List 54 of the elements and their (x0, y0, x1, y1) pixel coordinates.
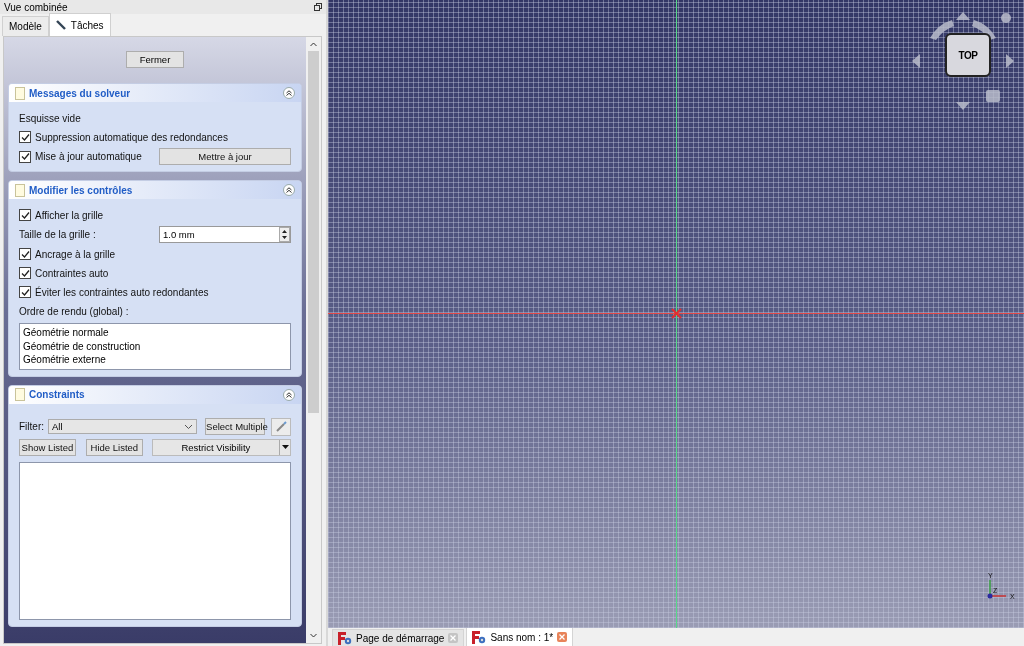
list-item[interactable]: Géométrie externe (23, 353, 287, 367)
origin-point-icon (671, 308, 682, 319)
select-multiple-button[interactable]: Select Multiple (205, 418, 266, 435)
brush-icon (275, 420, 288, 433)
status-text: Esquisse vide (19, 111, 82, 126)
restrict-visibility-button[interactable]: Restrict Visibility (151, 438, 291, 456)
show-listed-button[interactable]: Show Listed (19, 438, 76, 456)
close-icon[interactable] (557, 632, 568, 642)
app-logo-icon (338, 631, 352, 645)
checkbox[interactable] (19, 267, 31, 279)
checkbox[interactable] (19, 150, 31, 163)
document-icon (15, 388, 25, 401)
checkbox-label: Mise à jour automatique (35, 151, 142, 162)
chevron-down-icon (184, 423, 194, 430)
section-title: Messages du solveur (29, 87, 131, 99)
view-cube[interactable]: TOP (945, 33, 991, 77)
list-item[interactable]: Géométrie de construction (23, 339, 287, 353)
checkbox[interactable] (19, 286, 31, 298)
tab[interactable]: Tâches (48, 13, 111, 36)
list-item[interactable]: Géométrie normale (23, 326, 287, 340)
checkbox-label: Afficher la grille (35, 209, 104, 221)
field-label: Ordre de rendu (global) : (19, 304, 130, 319)
field-label: Taille de la grille : (19, 229, 96, 240)
document-tab[interactable]: Page de démarrage (332, 629, 465, 646)
update-button[interactable]: Mettre à jour (159, 148, 291, 165)
document-icon (15, 86, 25, 100)
checkbox-label: Ancrage à la grille (35, 248, 116, 260)
close-button[interactable]: Fermer (126, 51, 184, 68)
caret-icon[interactable] (281, 445, 289, 449)
checkbox-label: Éviter les contraintes auto redondantes (35, 286, 209, 298)
filter-dropdown[interactable]: All (48, 419, 198, 434)
checkbox-label: Suppression automatique des redondances (35, 131, 228, 143)
axis-triad-icon (987, 579, 1007, 599)
section-title: Modifier les contrôles (29, 184, 133, 196)
spin-arrows-icon[interactable] (279, 227, 290, 242)
collapse-icon[interactable] (283, 184, 295, 196)
hide-listed-button[interactable]: Hide Listed (85, 438, 143, 456)
collapse-icon[interactable] (283, 388, 295, 401)
checkbox-label: Contraintes auto (35, 267, 109, 279)
document-tab[interactable]: Sans nom : 1* (466, 627, 574, 646)
app-logo-icon (472, 630, 487, 644)
checkbox[interactable] (19, 248, 31, 260)
undock-icon[interactable] (314, 3, 322, 11)
field-label: Filter: (19, 421, 44, 432)
panel-title: Vue combinée (4, 1, 68, 13)
tab[interactable]: Modèle (2, 16, 49, 36)
grid-size-field[interactable]: 1.0 mm (159, 226, 291, 243)
pencil-icon (55, 19, 67, 31)
section-title: Constraints (29, 389, 85, 400)
document-icon (15, 183, 25, 197)
checkbox[interactable] (19, 131, 31, 143)
collapse-icon[interactable] (283, 87, 295, 99)
checkbox[interactable] (19, 209, 31, 221)
render-order-list[interactable]: Géométrie normale Géométrie de construction Géométrie externe (19, 323, 291, 370)
